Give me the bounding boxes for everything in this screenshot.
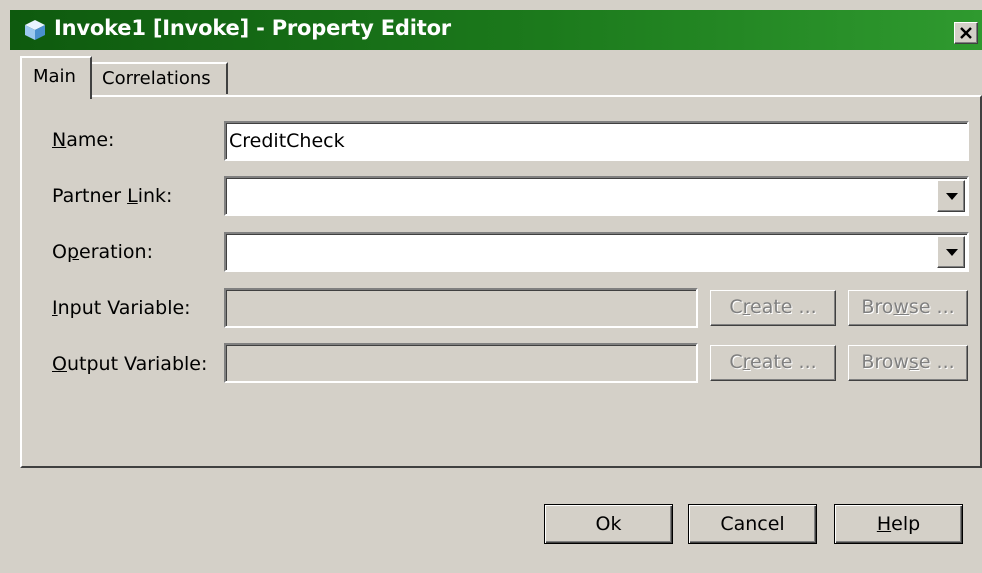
property-editor-dialog: Invoke1 [Invoke] - Property Editor Main … [10,0,982,573]
partner-link-select[interactable] [224,176,969,216]
main-tab-panel: Name: CreditCheck Partner Link: Operatio… [20,95,982,468]
input-browse-button[interactable]: Browse ... [848,290,968,326]
partner-link-label: Partner Link: [52,185,173,207]
tab-correlations[interactable]: Correlations [92,62,228,94]
operation-label: Operation: [52,241,153,263]
ok-button[interactable]: Ok [544,504,673,544]
chevron-down-icon[interactable] [937,236,965,268]
window-title: Invoke1 [Invoke] - Property Editor [54,16,451,40]
name-value: CreditCheck [229,130,345,152]
name-input[interactable]: CreditCheck [224,121,969,161]
tab-main[interactable]: Main [20,56,92,99]
input-variable-label: Input Variable: [52,297,191,319]
help-button[interactable]: Help [834,504,963,544]
output-browse-button[interactable]: Browse ... [848,345,968,381]
close-icon[interactable] [954,22,978,44]
operation-select[interactable] [224,232,969,272]
output-create-button[interactable]: Create ... [710,345,836,381]
tab-correlations-label: Correlations [102,68,211,89]
tab-main-label: Main [33,66,76,87]
input-create-button[interactable]: Create ... [710,290,836,326]
name-label: Name: [52,129,115,151]
chevron-down-icon[interactable] [937,180,965,212]
output-variable-field [224,343,698,383]
title-bar[interactable]: Invoke1 [Invoke] - Property Editor [10,10,982,50]
input-variable-field [224,288,698,328]
cube-icon [24,19,46,41]
cancel-button[interactable]: Cancel [688,504,817,544]
output-variable-label: Output Variable: [52,353,208,375]
